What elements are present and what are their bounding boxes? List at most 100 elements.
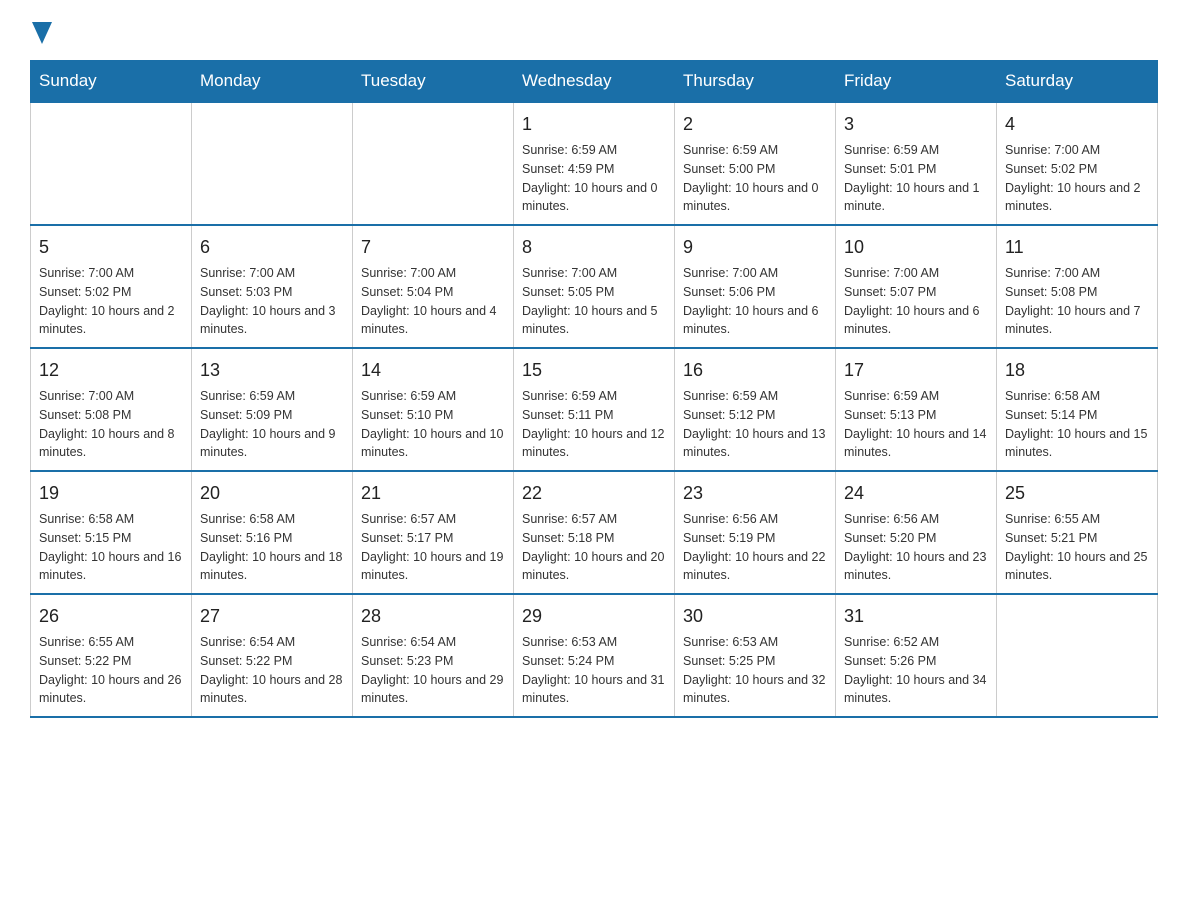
day-info: Sunrise: 7:00 AMSunset: 5:06 PMDaylight:…: [683, 264, 827, 339]
day-number: 8: [522, 234, 666, 261]
calendar-cell: 15 Sunrise: 6:59 AMSunset: 5:11 PMDayligh…: [514, 348, 675, 471]
day-number: 11: [1005, 234, 1149, 261]
day-number: 17: [844, 357, 988, 384]
day-number: 31: [844, 603, 988, 630]
day-number: 16: [683, 357, 827, 384]
calendar-cell: 8 Sunrise: 7:00 AMSunset: 5:05 PMDaylight…: [514, 225, 675, 348]
day-info: Sunrise: 6:53 AMSunset: 5:24 PMDaylight:…: [522, 633, 666, 708]
calendar-week-row: 5 Sunrise: 7:00 AMSunset: 5:02 PMDaylight…: [31, 225, 1158, 348]
day-info: Sunrise: 6:57 AMSunset: 5:17 PMDaylight:…: [361, 510, 505, 585]
day-number: 27: [200, 603, 344, 630]
calendar-header-tuesday: Tuesday: [353, 61, 514, 103]
calendar-cell: 10 Sunrise: 7:00 AMSunset: 5:07 PMDayligh…: [836, 225, 997, 348]
day-info: Sunrise: 6:54 AMSunset: 5:22 PMDaylight:…: [200, 633, 344, 708]
calendar-week-row: 12 Sunrise: 7:00 AMSunset: 5:08 PMDayligh…: [31, 348, 1158, 471]
day-info: Sunrise: 6:56 AMSunset: 5:20 PMDaylight:…: [844, 510, 988, 585]
calendar-cell: 23 Sunrise: 6:56 AMSunset: 5:19 PMDayligh…: [675, 471, 836, 594]
day-number: 7: [361, 234, 505, 261]
day-info: Sunrise: 6:59 AMSunset: 5:09 PMDaylight:…: [200, 387, 344, 462]
calendar-week-row: 26 Sunrise: 6:55 AMSunset: 5:22 PMDayligh…: [31, 594, 1158, 717]
day-number: 24: [844, 480, 988, 507]
day-info: Sunrise: 6:53 AMSunset: 5:25 PMDaylight:…: [683, 633, 827, 708]
calendar-header-wednesday: Wednesday: [514, 61, 675, 103]
calendar-cell: 7 Sunrise: 7:00 AMSunset: 5:04 PMDaylight…: [353, 225, 514, 348]
calendar-cell: [31, 102, 192, 225]
day-number: 15: [522, 357, 666, 384]
day-number: 29: [522, 603, 666, 630]
calendar-cell: [192, 102, 353, 225]
day-number: 6: [200, 234, 344, 261]
day-info: Sunrise: 6:59 AMSunset: 5:13 PMDaylight:…: [844, 387, 988, 462]
calendar-cell: 20 Sunrise: 6:58 AMSunset: 5:16 PMDayligh…: [192, 471, 353, 594]
day-info: Sunrise: 7:00 AMSunset: 5:03 PMDaylight:…: [200, 264, 344, 339]
logo-triangle-icon: [32, 22, 52, 44]
day-info: Sunrise: 7:00 AMSunset: 5:07 PMDaylight:…: [844, 264, 988, 339]
day-number: 12: [39, 357, 183, 384]
day-info: Sunrise: 6:59 AMSunset: 5:01 PMDaylight:…: [844, 141, 988, 216]
logo: [30, 20, 52, 40]
calendar-cell: 3 Sunrise: 6:59 AMSunset: 5:01 PMDaylight…: [836, 102, 997, 225]
page-header: [30, 20, 1158, 40]
day-number: 26: [39, 603, 183, 630]
calendar-cell: 5 Sunrise: 7:00 AMSunset: 5:02 PMDaylight…: [31, 225, 192, 348]
calendar-cell: 9Sunrise: 7:00 AMSunset: 5:06 PMDaylight…: [675, 225, 836, 348]
calendar-header-sunday: Sunday: [31, 61, 192, 103]
calendar-cell: 13 Sunrise: 6:59 AMSunset: 5:09 PMDayligh…: [192, 348, 353, 471]
day-number: 2: [683, 111, 827, 138]
day-info: Sunrise: 6:59 AMSunset: 5:11 PMDaylight:…: [522, 387, 666, 462]
day-number: 14: [361, 357, 505, 384]
calendar-cell: 21Sunrise: 6:57 AMSunset: 5:17 PMDayligh…: [353, 471, 514, 594]
calendar-cell: 22Sunrise: 6:57 AMSunset: 5:18 PMDayligh…: [514, 471, 675, 594]
calendar-cell: [353, 102, 514, 225]
calendar-cell: 25 Sunrise: 6:55 AMSunset: 5:21 PMDayligh…: [997, 471, 1158, 594]
calendar-cell: 12 Sunrise: 7:00 AMSunset: 5:08 PMDayligh…: [31, 348, 192, 471]
day-number: 20: [200, 480, 344, 507]
calendar-header-saturday: Saturday: [997, 61, 1158, 103]
day-info: Sunrise: 7:00 AMSunset: 5:02 PMDaylight:…: [39, 264, 183, 339]
day-number: 13: [200, 357, 344, 384]
day-number: 18: [1005, 357, 1149, 384]
calendar-cell: 31 Sunrise: 6:52 AMSunset: 5:26 PMDayligh…: [836, 594, 997, 717]
calendar-cell: 27 Sunrise: 6:54 AMSunset: 5:22 PMDayligh…: [192, 594, 353, 717]
day-info: Sunrise: 6:59 AMSunset: 5:10 PMDaylight:…: [361, 387, 505, 462]
calendar-cell: 16Sunrise: 6:59 AMSunset: 5:12 PMDayligh…: [675, 348, 836, 471]
calendar-cell: 1 Sunrise: 6:59 AMSunset: 4:59 PMDaylight…: [514, 102, 675, 225]
calendar-cell: 6 Sunrise: 7:00 AMSunset: 5:03 PMDaylight…: [192, 225, 353, 348]
day-number: 1: [522, 111, 666, 138]
calendar-cell: 4Sunrise: 7:00 AMSunset: 5:02 PMDaylight…: [997, 102, 1158, 225]
calendar-header-row: SundayMondayTuesdayWednesdayThursdayFrid…: [31, 61, 1158, 103]
day-number: 25: [1005, 480, 1149, 507]
day-info: Sunrise: 7:00 AMSunset: 5:04 PMDaylight:…: [361, 264, 505, 339]
day-info: Sunrise: 6:55 AMSunset: 5:22 PMDaylight:…: [39, 633, 183, 708]
calendar-week-row: 19 Sunrise: 6:58 AMSunset: 5:15 PMDayligh…: [31, 471, 1158, 594]
day-number: 5: [39, 234, 183, 261]
calendar-header-friday: Friday: [836, 61, 997, 103]
day-info: Sunrise: 6:58 AMSunset: 5:16 PMDaylight:…: [200, 510, 344, 585]
calendar-cell: 28Sunrise: 6:54 AMSunset: 5:23 PMDayligh…: [353, 594, 514, 717]
day-number: 3: [844, 111, 988, 138]
day-number: 30: [683, 603, 827, 630]
day-number: 10: [844, 234, 988, 261]
calendar-header-thursday: Thursday: [675, 61, 836, 103]
calendar-week-row: 1 Sunrise: 6:59 AMSunset: 4:59 PMDaylight…: [31, 102, 1158, 225]
day-info: Sunrise: 7:00 AMSunset: 5:08 PMDaylight:…: [39, 387, 183, 462]
calendar-cell: 14 Sunrise: 6:59 AMSunset: 5:10 PMDayligh…: [353, 348, 514, 471]
calendar-header-monday: Monday: [192, 61, 353, 103]
day-info: Sunrise: 6:52 AMSunset: 5:26 PMDaylight:…: [844, 633, 988, 708]
calendar-cell: 2 Sunrise: 6:59 AMSunset: 5:00 PMDaylight…: [675, 102, 836, 225]
calendar-cell: [997, 594, 1158, 717]
calendar-cell: 29 Sunrise: 6:53 AMSunset: 5:24 PMDayligh…: [514, 594, 675, 717]
calendar-cell: 24 Sunrise: 6:56 AMSunset: 5:20 PMDayligh…: [836, 471, 997, 594]
day-number: 19: [39, 480, 183, 507]
day-info: Sunrise: 6:59 AMSunset: 4:59 PMDaylight:…: [522, 141, 666, 216]
calendar-cell: 30 Sunrise: 6:53 AMSunset: 5:25 PMDayligh…: [675, 594, 836, 717]
day-info: Sunrise: 6:58 AMSunset: 5:14 PMDaylight:…: [1005, 387, 1149, 462]
day-info: Sunrise: 6:55 AMSunset: 5:21 PMDaylight:…: [1005, 510, 1149, 585]
day-info: Sunrise: 6:59 AMSunset: 5:00 PMDaylight:…: [683, 141, 827, 216]
day-number: 23: [683, 480, 827, 507]
day-info: Sunrise: 6:58 AMSunset: 5:15 PMDaylight:…: [39, 510, 183, 585]
day-info: Sunrise: 6:56 AMSunset: 5:19 PMDaylight:…: [683, 510, 827, 585]
calendar-cell: 11Sunrise: 7:00 AMSunset: 5:08 PMDayligh…: [997, 225, 1158, 348]
day-info: Sunrise: 7:00 AMSunset: 5:05 PMDaylight:…: [522, 264, 666, 339]
calendar-table: SundayMondayTuesdayWednesdayThursdayFrid…: [30, 60, 1158, 718]
